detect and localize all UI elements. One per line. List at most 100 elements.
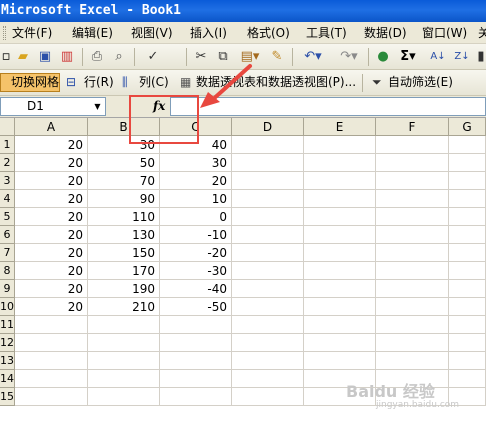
cell[interactable]: [88, 388, 160, 406]
row-header[interactable]: 4: [0, 190, 15, 208]
column-header-d[interactable]: D: [232, 118, 304, 136]
row-header[interactable]: 15: [0, 388, 15, 406]
row-header[interactable]: 12: [0, 334, 15, 352]
name-box[interactable]: D1 ▼: [0, 97, 106, 116]
cell[interactable]: [449, 154, 486, 172]
cell[interactable]: 20: [15, 298, 88, 316]
row-header[interactable]: 10: [0, 298, 15, 316]
cell[interactable]: [88, 316, 160, 334]
cell[interactable]: [304, 352, 376, 370]
cell[interactable]: -30: [160, 262, 232, 280]
spelling-icon[interactable]: ✓: [140, 48, 166, 66]
print-icon[interactable]: ⎙: [88, 48, 106, 66]
column-header-b[interactable]: B: [88, 118, 160, 136]
cell[interactable]: [160, 352, 232, 370]
cell[interactable]: 20: [15, 136, 88, 154]
cell[interactable]: [15, 370, 88, 388]
copy-icon[interactable]: ⧉: [214, 48, 232, 66]
cell[interactable]: [304, 280, 376, 298]
cell[interactable]: [376, 190, 449, 208]
row-header[interactable]: 11: [0, 316, 15, 334]
cell[interactable]: 30: [88, 136, 160, 154]
cell[interactable]: [232, 172, 304, 190]
cell[interactable]: 90: [88, 190, 160, 208]
cell[interactable]: [304, 298, 376, 316]
column-button[interactable]: 列(C): [139, 73, 169, 92]
cell[interactable]: 20: [15, 208, 88, 226]
cell[interactable]: 190: [88, 280, 160, 298]
cell[interactable]: [304, 262, 376, 280]
cell[interactable]: [15, 316, 88, 334]
select-all-corner[interactable]: [0, 118, 15, 136]
cell[interactable]: [304, 208, 376, 226]
cell[interactable]: [304, 172, 376, 190]
save-icon[interactable]: ▣: [36, 48, 54, 66]
cell[interactable]: [15, 352, 88, 370]
column-header-e[interactable]: E: [304, 118, 376, 136]
insert-function-icon[interactable]: fx: [153, 97, 165, 116]
cell[interactable]: -10: [160, 226, 232, 244]
cell[interactable]: [232, 190, 304, 208]
cell[interactable]: [376, 334, 449, 352]
cell[interactable]: [232, 226, 304, 244]
row-header[interactable]: 7: [0, 244, 15, 262]
menu-insert[interactable]: 插入(I): [190, 22, 227, 43]
column-header-a[interactable]: A: [15, 118, 88, 136]
cell[interactable]: [449, 280, 486, 298]
cell[interactable]: [88, 334, 160, 352]
paste-icon[interactable]: ▤▾: [236, 48, 264, 66]
cell[interactable]: [304, 190, 376, 208]
cell[interactable]: [376, 154, 449, 172]
cell[interactable]: [449, 352, 486, 370]
cell[interactable]: 20: [160, 172, 232, 190]
cell[interactable]: [449, 316, 486, 334]
cell[interactable]: [15, 388, 88, 406]
row-header[interactable]: 6: [0, 226, 15, 244]
cell[interactable]: 10: [160, 190, 232, 208]
cell[interactable]: [232, 316, 304, 334]
row-button[interactable]: 行(R): [84, 73, 114, 92]
cell[interactable]: 150: [88, 244, 160, 262]
cell[interactable]: [88, 370, 160, 388]
cell[interactable]: 20: [15, 262, 88, 280]
cell[interactable]: 110: [88, 208, 160, 226]
cell[interactable]: 170: [88, 262, 160, 280]
row-header[interactable]: 9: [0, 280, 15, 298]
row-header[interactable]: 8: [0, 262, 15, 280]
cell[interactable]: [232, 370, 304, 388]
cell[interactable]: [232, 280, 304, 298]
row-header[interactable]: 14: [0, 370, 15, 388]
autosum-icon[interactable]: Σ▾: [396, 48, 420, 66]
cut-icon[interactable]: ✂: [192, 48, 210, 66]
hyperlink-icon[interactable]: ●: [374, 48, 392, 66]
cell[interactable]: 70: [88, 172, 160, 190]
menu-data[interactable]: 数据(D): [364, 22, 407, 43]
column-header-g[interactable]: G: [449, 118, 486, 136]
menu-tools[interactable]: 工具(T): [306, 22, 347, 43]
chevron-down-icon[interactable]: ▼: [90, 98, 105, 115]
open-icon[interactable]: ▰: [14, 48, 32, 66]
undo-icon[interactable]: ↶▾: [298, 48, 328, 66]
cell[interactable]: 50: [88, 154, 160, 172]
cell[interactable]: [15, 334, 88, 352]
cell[interactable]: [160, 316, 232, 334]
cell[interactable]: [376, 172, 449, 190]
cell[interactable]: [304, 226, 376, 244]
formula-input[interactable]: [170, 97, 486, 116]
row-header[interactable]: 13: [0, 352, 15, 370]
cell[interactable]: 210: [88, 298, 160, 316]
cell[interactable]: [304, 244, 376, 262]
cell[interactable]: [376, 244, 449, 262]
permission-icon[interactable]: ▥: [58, 48, 76, 66]
cell[interactable]: [232, 154, 304, 172]
row-header[interactable]: 3: [0, 172, 15, 190]
cell[interactable]: 20: [15, 190, 88, 208]
cell[interactable]: -50: [160, 298, 232, 316]
cell[interactable]: [449, 208, 486, 226]
cell[interactable]: [376, 136, 449, 154]
cell[interactable]: [449, 190, 486, 208]
print-preview-icon[interactable]: ⌕: [110, 48, 128, 66]
cell[interactable]: [232, 244, 304, 262]
menu-window[interactable]: 窗口(W): [422, 22, 467, 43]
cell[interactable]: 20: [15, 172, 88, 190]
